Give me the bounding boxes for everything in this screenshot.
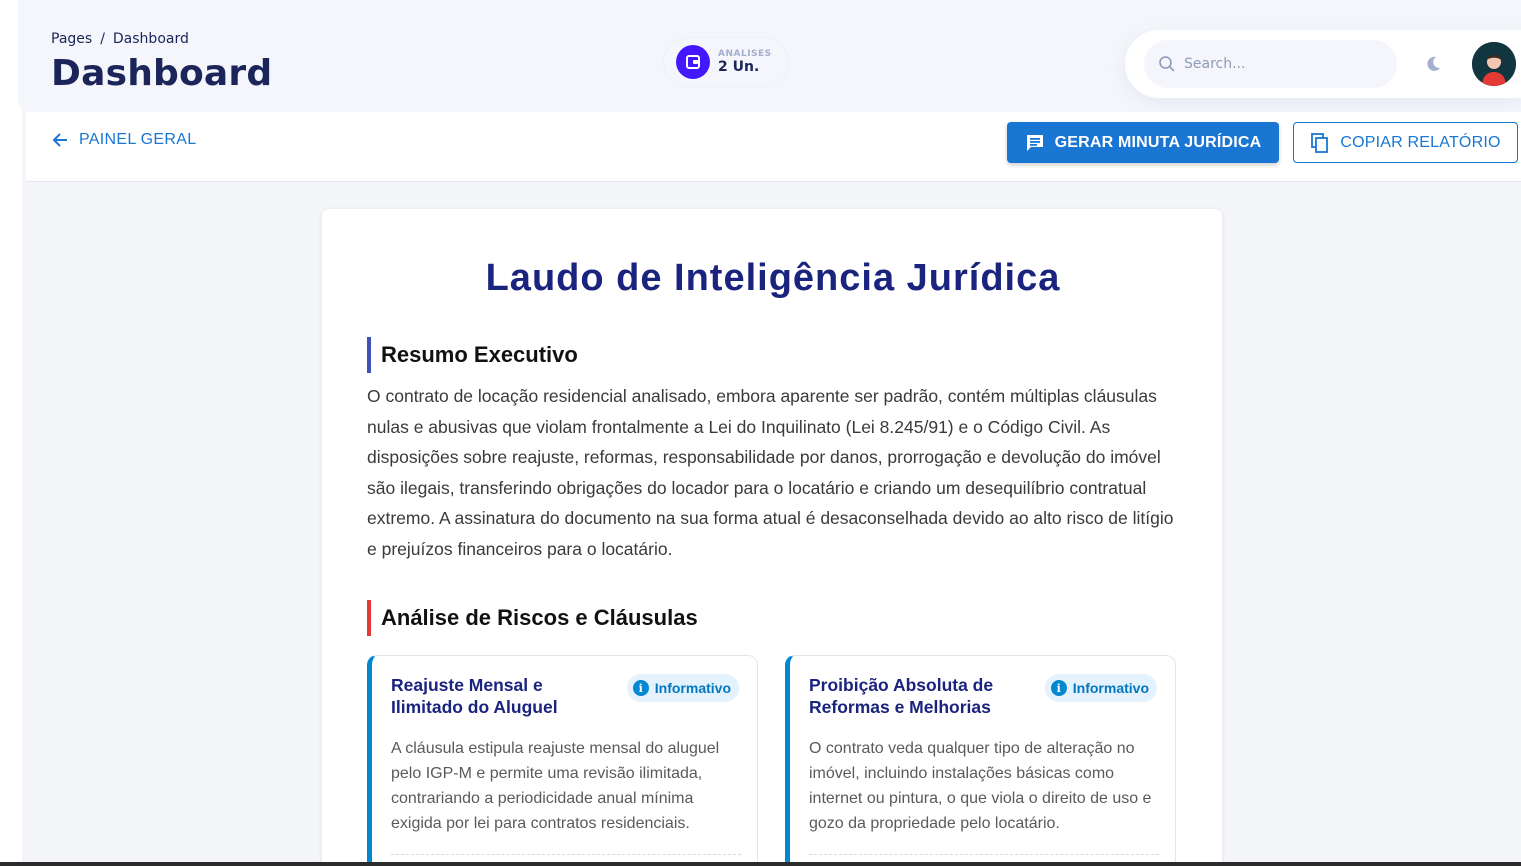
copy-report-label: COPIAR RELATÓRIO: [1340, 133, 1501, 151]
breadcrumb-separator: /: [100, 31, 105, 47]
report-card: Laudo de Inteligência Jurídica Resumo Ex…: [321, 208, 1223, 866]
risk-description: A cláusula estipula reajuste mensal do a…: [391, 740, 720, 832]
summary-heading: Resumo Executivo: [367, 337, 578, 373]
breadcrumb-current[interactable]: Dashboard: [113, 31, 189, 47]
risk-title: Proibição Absoluta de Reformas e Melhori…: [809, 675, 994, 717]
risk-card: Proibição Absoluta de Reformas e Melhori…: [785, 655, 1176, 866]
window-bottom-edge: [0, 862, 1521, 866]
copy-report-button[interactable]: COPIAR RELATÓRIO: [1293, 122, 1518, 163]
arrow-left-icon: [52, 133, 67, 147]
risks-heading: Análise de Riscos e Cláusulas: [367, 600, 698, 636]
back-button-label: PAINEL GERAL: [79, 131, 197, 148]
page-title: Dashboard: [51, 53, 273, 94]
severity-label: Informativo: [654, 680, 731, 696]
report-toolbar: PAINEL GERAL GERAR MINUTA JURÍDICA COPIA…: [26, 112, 1521, 182]
risk-title: Reajuste Mensal e Ilimitado do Aluguel: [391, 675, 558, 717]
generate-draft-button[interactable]: GERAR MINUTA JURÍDICA: [1007, 122, 1279, 163]
severity-badge: i Informativo: [1044, 674, 1157, 702]
analyses-stat: ANALISES 2 Un.: [664, 38, 788, 86]
search-icon: [1159, 56, 1175, 72]
info-icon: i: [1050, 680, 1067, 696]
summary-text: O contrato de locação residencial analis…: [367, 386, 1174, 559]
report-title: Laudo de Inteligência Jurídica: [485, 257, 1061, 299]
info-icon: i: [632, 680, 649, 696]
left-edge: [0, 0, 22, 866]
copy-icon: [1311, 132, 1329, 153]
severity-badge: i Informativo: [626, 674, 739, 702]
search-box[interactable]: [1144, 40, 1397, 88]
comment-icon: [1026, 134, 1043, 151]
breadcrumb-root[interactable]: Pages: [51, 31, 92, 47]
app-page: Pages / Dashboard Dashboard ANALISES 2 Un.: [0, 0, 1521, 866]
wallet-icon: [676, 45, 710, 79]
search-input[interactable]: [1184, 56, 1384, 72]
stat-value: 2 Un.: [718, 59, 760, 75]
severity-label: Informativo: [1072, 680, 1149, 696]
header-actions: [1125, 30, 1521, 98]
divider: [391, 854, 741, 855]
back-button[interactable]: PAINEL GERAL: [51, 131, 196, 149]
user-avatar[interactable]: [1472, 42, 1516, 86]
generate-draft-label: GERAR MINUTA JURÍDICA: [1054, 133, 1262, 151]
breadcrumb: Pages / Dashboard: [51, 31, 189, 47]
risk-card: Reajuste Mensal e Ilimitado do Aluguel i…: [367, 655, 758, 866]
stat-label: ANALISES: [718, 49, 772, 59]
divider: [809, 854, 1159, 855]
moon-icon[interactable]: [1423, 54, 1443, 74]
risk-description: O contrato veda qualquer tipo de alteraç…: [809, 740, 1152, 832]
